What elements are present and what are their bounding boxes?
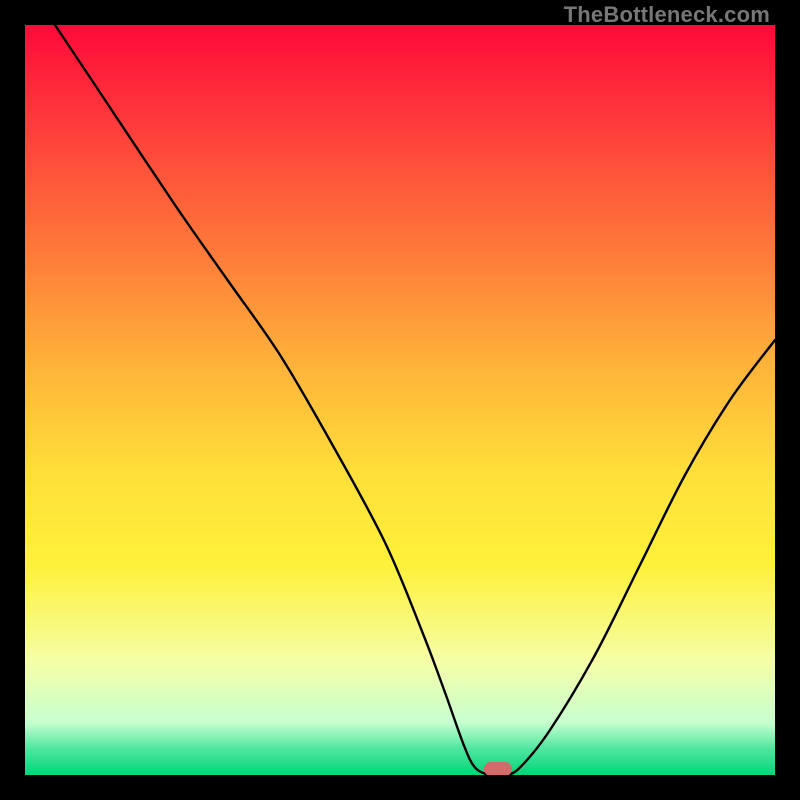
curve-layer — [25, 25, 775, 775]
plot-area — [25, 25, 775, 775]
chart-frame: TheBottleneck.com — [0, 0, 800, 800]
optimum-marker — [484, 762, 512, 775]
bottleneck-curve — [55, 25, 775, 775]
